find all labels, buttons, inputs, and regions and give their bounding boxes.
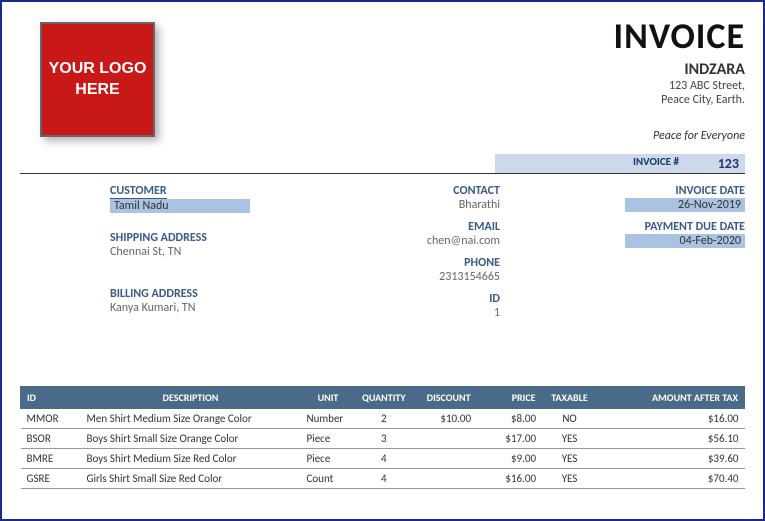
invoice-date-label: INVOICE DATE — [595, 184, 745, 198]
contact-column: CONTACT Bharathi EMAIL chen@nai.com PHON… — [340, 184, 500, 328]
th-unit: UNIT — [301, 387, 356, 409]
th-disc: DISCOUNT — [412, 387, 477, 409]
id-value: 1 — [340, 306, 500, 320]
header: YOUR LOGO HERE INVOICE INDZARA 123 ABC S… — [20, 14, 745, 174]
cell-unit: Piece — [301, 429, 356, 449]
cell-desc: Girls Shirt Small Size Red Color — [81, 469, 301, 489]
line-items-table: ID DESCRIPTION UNIT QUANTITY DISCOUNT PR… — [20, 386, 745, 489]
th-desc: DESCRIPTION — [81, 387, 301, 409]
customer-value: Tamil Nadu — [110, 199, 250, 213]
cell-qty: 4 — [356, 469, 413, 489]
table-header: ID DESCRIPTION UNIT QUANTITY DISCOUNT PR… — [21, 387, 745, 409]
contact-value: Bharathi — [340, 198, 500, 212]
info-section: CUSTOMER Tamil Nadu SHIPPING ADDRESS Che… — [20, 180, 745, 380]
cell-disc: $10.00 — [412, 409, 477, 429]
invoice-date-value: 26-Nov-2019 — [625, 198, 745, 212]
company-addr1: 123 ABC Street, — [614, 79, 745, 93]
customer-label: CUSTOMER — [110, 184, 167, 199]
cell-price: $8.00 — [477, 409, 542, 429]
email-value: chen@nai.com — [340, 234, 500, 248]
contact-label: CONTACT — [340, 184, 500, 198]
cell-tax: NO — [542, 409, 597, 429]
cell-id: BSOR — [21, 429, 81, 449]
cell-desc: Men Shirt Medium Size Orange Color — [81, 409, 301, 429]
cell-disc — [412, 429, 477, 449]
cell-unit: Number — [301, 409, 356, 429]
cell-amt: $56.10 — [597, 429, 744, 449]
invoice-number-row: INVOICE # 123 — [495, 154, 745, 173]
table-row: MMORMen Shirt Medium Size Orange ColorNu… — [21, 409, 745, 429]
cell-price: $17.00 — [477, 429, 542, 449]
invoice-page: YOUR LOGO HERE INVOICE INDZARA 123 ABC S… — [0, 0, 765, 521]
cell-unit: Piece — [301, 449, 356, 469]
cell-id: GSRE — [21, 469, 81, 489]
cell-disc — [412, 449, 477, 469]
phone-label: PHONE — [340, 256, 500, 270]
billing-label: BILLING ADDRESS — [110, 287, 310, 301]
company-name: INDZARA — [614, 60, 745, 79]
cell-qty: 4 — [356, 449, 413, 469]
customer-column: CUSTOMER Tamil Nadu SHIPPING ADDRESS Che… — [110, 184, 310, 323]
invoice-number-value: 123 — [685, 154, 745, 173]
cell-price: $9.00 — [477, 449, 542, 469]
logo-placeholder: YOUR LOGO HERE — [40, 22, 155, 137]
cell-amt: $39.60 — [597, 449, 744, 469]
email-label: EMAIL — [340, 220, 500, 234]
billing-value: Kanya Kumari, TN — [110, 301, 310, 315]
cell-tax: YES — [542, 429, 597, 449]
table-row: BSORBoys Shirt Small Size Orange ColorPi… — [21, 429, 745, 449]
due-date-value: 04-Feb-2020 — [625, 234, 745, 248]
shipping-label: SHIPPING ADDRESS — [110, 231, 310, 245]
cell-desc: Boys Shirt Medium Size Red Color — [81, 449, 301, 469]
th-qty: QUANTITY — [356, 387, 413, 409]
logo-text: YOUR LOGO HERE — [42, 59, 153, 101]
company-addr2: Peace City, Earth. — [614, 93, 745, 107]
shipping-value: Chennai St, TN — [110, 245, 310, 259]
cell-unit: Count — [301, 469, 356, 489]
cell-price: $16.00 — [477, 469, 542, 489]
th-tax: TAXABLE — [542, 387, 597, 409]
header-right: INVOICE INDZARA 123 ABC Street, Peace Ci… — [614, 14, 745, 143]
table-body: MMORMen Shirt Medium Size Orange ColorNu… — [21, 409, 745, 489]
invoice-title: INVOICE — [614, 14, 745, 58]
cell-amt: $70.40 — [597, 469, 744, 489]
cell-id: BMRE — [21, 449, 81, 469]
cell-id: MMOR — [21, 409, 81, 429]
cell-desc: Boys Shirt Small Size Orange Color — [81, 429, 301, 449]
cell-disc — [412, 469, 477, 489]
cell-qty: 2 — [356, 409, 413, 429]
dates-column: INVOICE DATE 26-Nov-2019 PAYMENT DUE DAT… — [595, 184, 745, 256]
table-row: GSREGirls Shirt Small Size Red ColorCoun… — [21, 469, 745, 489]
th-id: ID — [21, 387, 81, 409]
phone-value: 2313154665 — [340, 270, 500, 284]
cell-tax: YES — [542, 469, 597, 489]
th-amt: AMOUNT AFTER TAX — [597, 387, 744, 409]
invoice-number-label: INVOICE # — [495, 154, 685, 173]
cell-qty: 3 — [356, 429, 413, 449]
table-row: BMREBoys Shirt Medium Size Red ColorPiec… — [21, 449, 745, 469]
tagline: Peace for Everyone — [614, 129, 745, 143]
th-price: PRICE — [477, 387, 542, 409]
id-label: ID — [340, 292, 500, 306]
cell-amt: $16.00 — [597, 409, 744, 429]
due-date-label: PAYMENT DUE DATE — [595, 220, 745, 234]
cell-tax: YES — [542, 449, 597, 469]
